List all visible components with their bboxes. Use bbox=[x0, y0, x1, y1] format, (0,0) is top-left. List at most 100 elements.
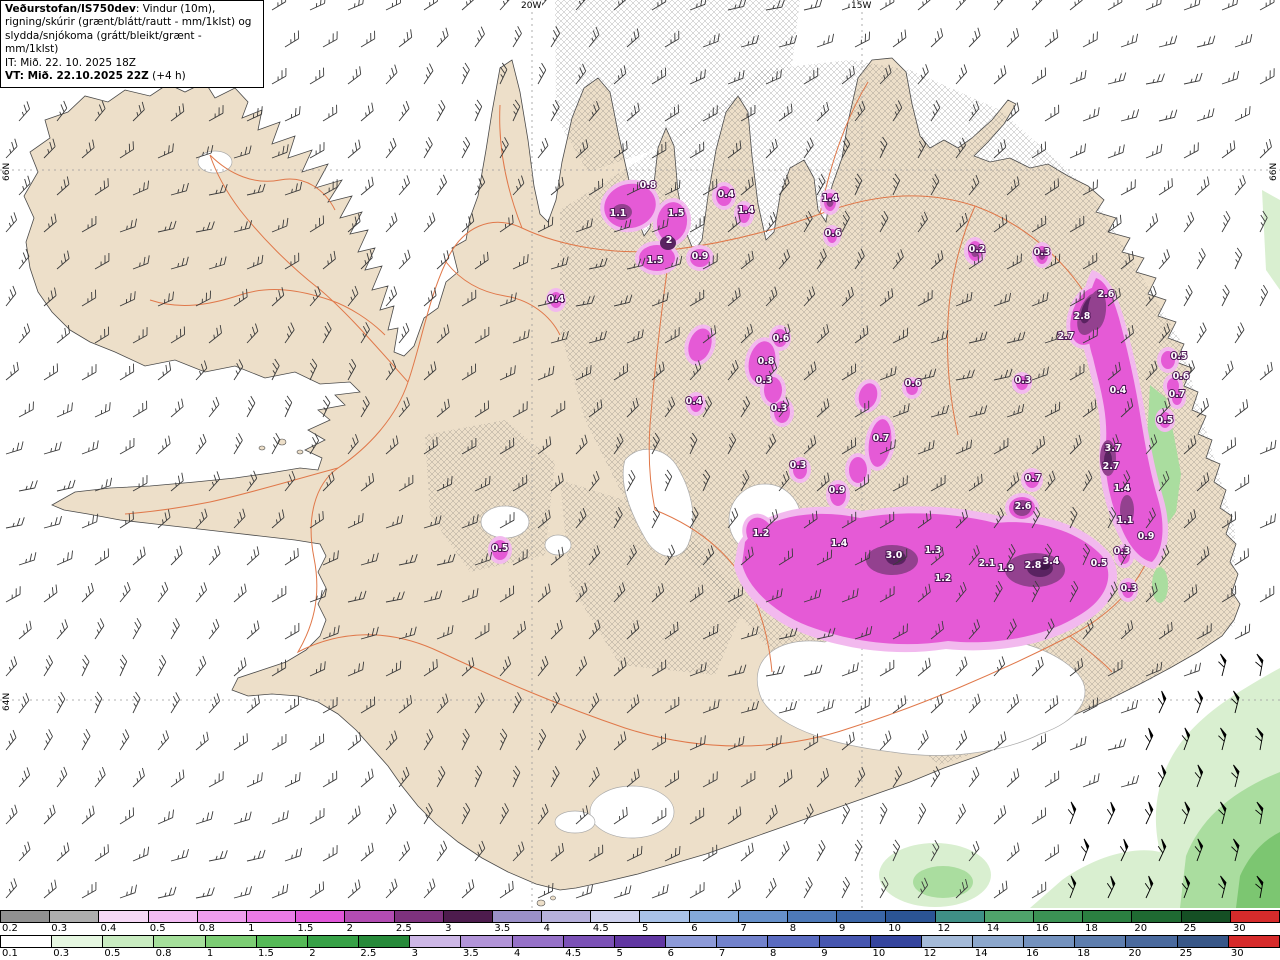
island bbox=[550, 895, 556, 901]
colorbar-segment bbox=[1132, 911, 1182, 922]
precip-value-label: 1.9 bbox=[998, 563, 1015, 574]
colorbar-segment bbox=[512, 936, 564, 947]
colorbar-segment bbox=[666, 936, 718, 947]
precip-value-label: 0.6 bbox=[773, 333, 790, 344]
colorbar-tick-label: 3 bbox=[411, 948, 418, 959]
colorbar-segment bbox=[819, 936, 871, 947]
precip-value-label: 3.7 bbox=[1105, 443, 1122, 454]
legend-line-snow: slydda/snjókoma (grátt/bleikt/grænt - mm… bbox=[5, 29, 202, 56]
precip-value-label: 0.7 bbox=[1169, 389, 1186, 400]
colorbar-segment bbox=[307, 936, 360, 947]
precip-value-label: 0.3 bbox=[790, 460, 807, 471]
colorbar-tick-label: 5 bbox=[616, 948, 623, 959]
colorbar-tick-label: 12 bbox=[923, 948, 937, 959]
colorbar-segment bbox=[640, 911, 690, 922]
precip-value-label: 0.4 bbox=[686, 396, 703, 407]
precip-value-label: 0.3 bbox=[1034, 247, 1051, 258]
colorbar-segment bbox=[1075, 936, 1127, 947]
precip-value-label: 0.8 bbox=[758, 356, 775, 367]
colorbar-lower-labels: 0.1 0.3 0.5 0.8 1 1.5 2 2.5 3 3.5 4 4.5 5 6 7 8 9 10 12 14 1… bbox=[0, 948, 1280, 960]
island bbox=[296, 449, 304, 455]
colorbar-tick-label: 3.5 bbox=[494, 923, 511, 934]
precip-value-label: 0.9 bbox=[1138, 531, 1155, 542]
legend-panel: Veðurstofan/IS750dev: Vindur (10m), rign… bbox=[0, 0, 264, 88]
colorbar-tick-label: 2 bbox=[346, 923, 354, 934]
colorbar-segment bbox=[99, 911, 149, 922]
colorbar-tick-label: 5 bbox=[642, 923, 649, 934]
colorbar-tick-label: 0.5 bbox=[104, 948, 121, 959]
colorbar-segment bbox=[689, 911, 739, 922]
colorbar-segment bbox=[738, 911, 788, 922]
precip-value-label: 2.8 bbox=[1025, 560, 1042, 571]
weather-map: 0.8 0.4 1.1 1.5 1.4 1.4 2 0.6 1.5 0.9 0.2 0.3 0.4 2.6… bbox=[0, 0, 1280, 908]
colorbar-tick-label: 0.2 bbox=[2, 923, 18, 934]
colorbar-segment bbox=[1177, 936, 1229, 947]
colorbar-tick-label: 0.3 bbox=[53, 948, 70, 959]
green-coast-spot bbox=[1152, 567, 1168, 603]
colorbar-tick-label: 16 bbox=[1035, 923, 1049, 934]
precip-value-label: 1.1 bbox=[610, 208, 627, 219]
colorbar-tick-label: 8 bbox=[770, 948, 777, 959]
colorbar-tick-label: 20 bbox=[1128, 948, 1142, 959]
colorbar-segment bbox=[870, 936, 922, 947]
precip-value-label: 0.3 bbox=[1015, 375, 1032, 386]
colorbar-tick-label: 12 bbox=[937, 923, 951, 934]
precip-value-label: 1.2 bbox=[753, 528, 770, 539]
graticule-label: 66N bbox=[2, 161, 12, 182]
colorbar-segment bbox=[972, 936, 1025, 947]
colorbar-segment bbox=[492, 911, 543, 922]
colorbar-segment bbox=[296, 911, 346, 922]
colorbar-segment bbox=[563, 936, 615, 947]
colorbar-segment bbox=[461, 936, 513, 947]
precip-value-label: 1.5 bbox=[668, 208, 685, 219]
precip-value-label: 0.6 bbox=[1173, 371, 1190, 382]
colorbar-tick-label: 0.3 bbox=[51, 923, 68, 934]
precip-value-label: 1.2 bbox=[935, 573, 952, 584]
colorbar-tick-label: 18 bbox=[1085, 923, 1098, 934]
legend-title: Veðurstofan/IS750dev: Vindur (10m), bbox=[5, 3, 216, 15]
precip-value-label: 0.5 bbox=[1157, 415, 1174, 426]
colorbar-segment bbox=[154, 936, 206, 947]
graticule-label: 15W bbox=[850, 1, 873, 11]
colorbar-segment bbox=[256, 936, 308, 947]
legend-line-rain: rigning/skúrir (grænt/blátt/rautt - mm/1… bbox=[5, 16, 252, 29]
precip-value-label: 2 bbox=[666, 235, 673, 246]
precip-value-label: 0.3 bbox=[1114, 546, 1131, 557]
colorbar-tick-label: 1.5 bbox=[297, 923, 314, 934]
colorbar-tick-label: 4 bbox=[543, 923, 550, 934]
colorbar-upper bbox=[0, 910, 1280, 923]
colorbar-tick-label: 1 bbox=[206, 948, 214, 959]
colorbar-tick-label: 16 bbox=[1026, 948, 1039, 959]
colorbar-segment bbox=[443, 911, 493, 922]
precip-value-label: 0.9 bbox=[692, 251, 709, 262]
island-vestmannaeyjar bbox=[536, 899, 546, 907]
precip-value-label: 0.7 bbox=[1025, 473, 1042, 484]
colorbar-lower bbox=[0, 935, 1280, 948]
colorbar-tick-label: 10 bbox=[872, 948, 886, 959]
weather-map-frame: 0.8 0.4 1.1 1.5 1.4 1.4 2 0.6 1.5 0.9 0.2 0.3 0.4 2.6… bbox=[0, 0, 1280, 960]
colorbar-tick-label: 2 bbox=[309, 948, 316, 959]
colorbar-segment bbox=[768, 936, 820, 947]
precip-value-label: 1.4 bbox=[1114, 483, 1131, 494]
colorbar-segment bbox=[52, 936, 104, 947]
colorbar-tick-label: 18 bbox=[1077, 948, 1090, 959]
glacier-eyjafjallajokull bbox=[554, 810, 596, 834]
colorbar-tick-label: 14 bbox=[986, 923, 1000, 934]
colorbar-segment bbox=[837, 911, 887, 922]
colorbar-tick-label: 2.5 bbox=[395, 923, 412, 934]
precip-value-label: 3.4 bbox=[1043, 556, 1060, 567]
colorbar-segment bbox=[1126, 936, 1178, 947]
colorbar-segment bbox=[1230, 911, 1279, 922]
colorbar-segment bbox=[591, 911, 641, 922]
precip-value-label: 0.6 bbox=[905, 378, 922, 389]
precip-value-label: 1.5 bbox=[647, 255, 664, 266]
colorbar-segment bbox=[984, 911, 1034, 922]
colorbar-tick-label: 25 bbox=[1183, 923, 1197, 934]
colorbar-segment bbox=[1024, 936, 1076, 947]
colorbar-tick-label: 0.1 bbox=[2, 948, 18, 959]
colorbar-tick-label: 1 bbox=[248, 923, 255, 934]
precip-value-label: 2.6 bbox=[1015, 501, 1032, 512]
colorbar-tick-label: 0.5 bbox=[149, 923, 166, 934]
colorbar-segment bbox=[410, 936, 462, 947]
precip-value-label: 0.5 bbox=[1091, 558, 1108, 569]
